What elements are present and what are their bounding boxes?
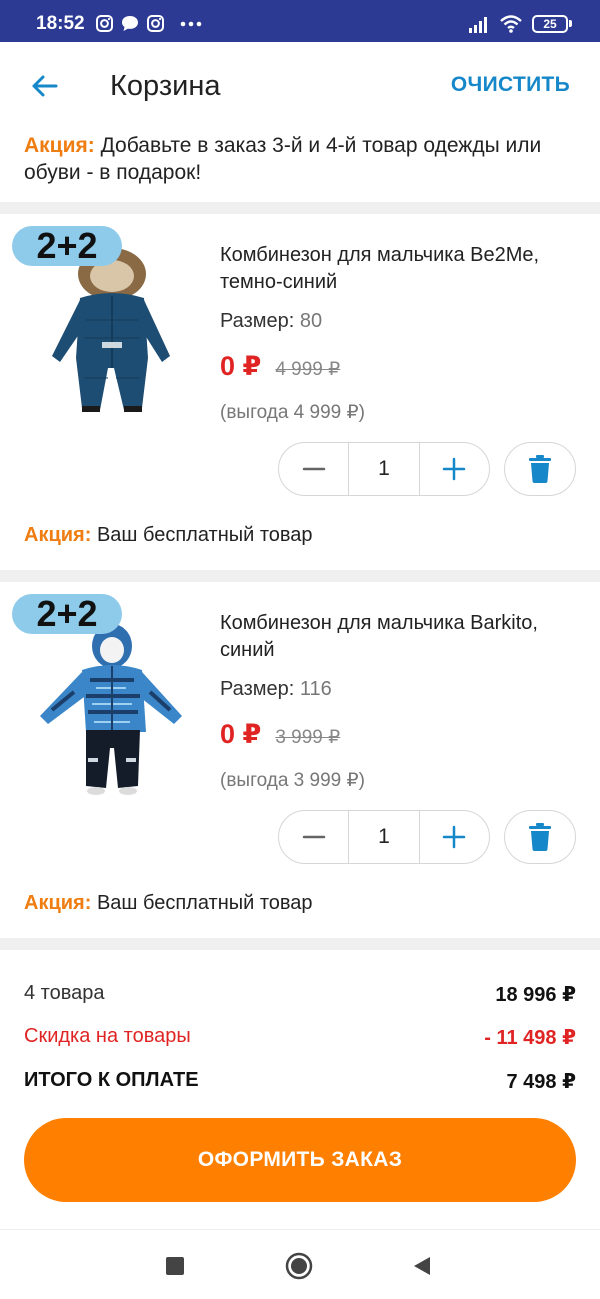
plus-icon — [443, 825, 466, 849]
total-label: ИТОГО К ОПЛАТЕ — [24, 1069, 199, 1091]
items-count-row: 4 товара 18 996 ₽ — [24, 982, 576, 1007]
back-button[interactable] — [408, 1252, 436, 1280]
status-bar: 18:52 25 — [0, 0, 600, 42]
home-button[interactable] — [285, 1252, 313, 1280]
discount-label: Скидка на товары — [24, 1025, 191, 1047]
recents-button[interactable] — [161, 1252, 189, 1280]
cart-item: 2+2 Комбинезон для мальчика Barkito, син… — [0, 582, 600, 938]
back-arrow-icon[interactable] — [28, 70, 60, 102]
items-count-value: 18 996 ₽ — [495, 984, 576, 1006]
signal-icon — [469, 16, 487, 33]
product-image[interactable] — [30, 606, 190, 806]
old-price: 4 999 ₽ — [275, 359, 341, 380]
items-count-label: 4 товара — [24, 982, 105, 1004]
minus-icon — [302, 835, 325, 839]
trash-icon — [529, 823, 551, 851]
product-size: Размер: 116 — [220, 678, 332, 701]
size-value: 116 — [299, 678, 332, 700]
quantity-value[interactable]: 1 — [348, 443, 420, 495]
promo-text: Добавьте в заказ 3-й и 4-й товар одежды … — [24, 134, 542, 184]
quantity-value[interactable]: 1 — [348, 811, 420, 863]
product-name[interactable]: Комбинезон для мальчика Barkito, синий — [220, 610, 580, 664]
total-value: 7 498 ₽ — [506, 1071, 576, 1093]
page-title: Корзина — [110, 70, 221, 102]
discount-value: - 11 498 ₽ — [484, 1027, 576, 1049]
product-name[interactable]: Комбинезон для мальчика Be2Me, темно-син… — [220, 242, 580, 296]
wifi-icon — [500, 15, 522, 33]
quantity-stepper: 1 — [278, 810, 490, 864]
increase-button[interactable] — [420, 443, 489, 495]
free-item-text: Ваш бесплатный товар — [96, 524, 313, 546]
divider — [0, 938, 600, 950]
decrease-button[interactable] — [279, 811, 348, 863]
divider — [0, 202, 600, 214]
system-nav-bar — [0, 1229, 600, 1299]
savings-text: (выгода 4 999 ₽) — [220, 402, 365, 423]
square-icon — [166, 1257, 184, 1275]
promo-badge: 2+2 — [12, 226, 122, 266]
more-dots-icon — [180, 21, 202, 26]
current-price: 0 ₽ — [220, 719, 262, 749]
old-price: 3 999 ₽ — [275, 727, 341, 748]
decrease-button[interactable] — [279, 443, 348, 495]
free-item-text: Ваш бесплатный товар — [96, 892, 313, 914]
current-price: 0 ₽ — [220, 351, 262, 381]
instagram-icon — [147, 15, 164, 32]
instagram-icon — [96, 15, 113, 32]
promo-banner: Акция: Добавьте в заказ 3-й и 4-й товар … — [0, 128, 600, 202]
cart-item: 2+2 Комбинезон для мальчика Be2Me, темно… — [0, 214, 600, 570]
home-circle-icon — [285, 1252, 313, 1280]
clear-cart-button[interactable]: ОЧИСТИТЬ — [451, 73, 570, 97]
product-image[interactable] — [30, 238, 190, 438]
notification-icons — [96, 15, 202, 32]
status-time: 18:52 — [36, 13, 85, 34]
free-item-note: Акция: Ваш бесплатный товар — [24, 892, 313, 915]
price-row: 0 ₽ 3 999 ₽ — [220, 719, 340, 750]
discount-row: Скидка на товары - 11 498 ₽ — [24, 1025, 576, 1050]
messages-icon — [122, 16, 138, 31]
size-label: Размер: — [220, 678, 295, 700]
price-row: 0 ₽ 4 999 ₽ — [220, 351, 340, 382]
size-value: 80 — [299, 310, 323, 332]
free-item-note: Акция: Ваш бесплатный товар — [24, 524, 313, 547]
system-icons: 25 — [468, 14, 572, 33]
delete-button[interactable] — [504, 810, 576, 864]
order-summary: 4 товара 18 996 ₽ Скидка на товары - 11 … — [0, 950, 600, 1230]
app-header: Корзина ОЧИСТИТЬ — [0, 42, 600, 128]
back-triangle-icon — [414, 1257, 430, 1275]
minus-icon — [302, 467, 325, 471]
promo-label: Акция: — [24, 892, 92, 914]
promo-badge: 2+2 — [12, 594, 122, 634]
savings-text: (выгода 3 999 ₽) — [220, 770, 365, 791]
battery-level: 25 — [532, 14, 568, 33]
battery-icon: 25 — [532, 14, 572, 33]
delete-button[interactable] — [504, 442, 576, 496]
quantity-stepper: 1 — [278, 442, 490, 496]
divider — [0, 570, 600, 582]
product-size: Размер: 80 — [220, 310, 322, 333]
checkout-button[interactable]: ОФОРМИТЬ ЗАКАЗ — [24, 1118, 576, 1202]
promo-label: Акция: — [24, 524, 92, 546]
total-row: ИТОГО К ОПЛАТЕ 7 498 ₽ — [24, 1069, 576, 1094]
increase-button[interactable] — [420, 811, 489, 863]
size-label: Размер: — [220, 310, 295, 332]
plus-icon — [443, 457, 466, 481]
promo-label: Акция: — [24, 134, 95, 157]
trash-icon — [529, 455, 551, 483]
